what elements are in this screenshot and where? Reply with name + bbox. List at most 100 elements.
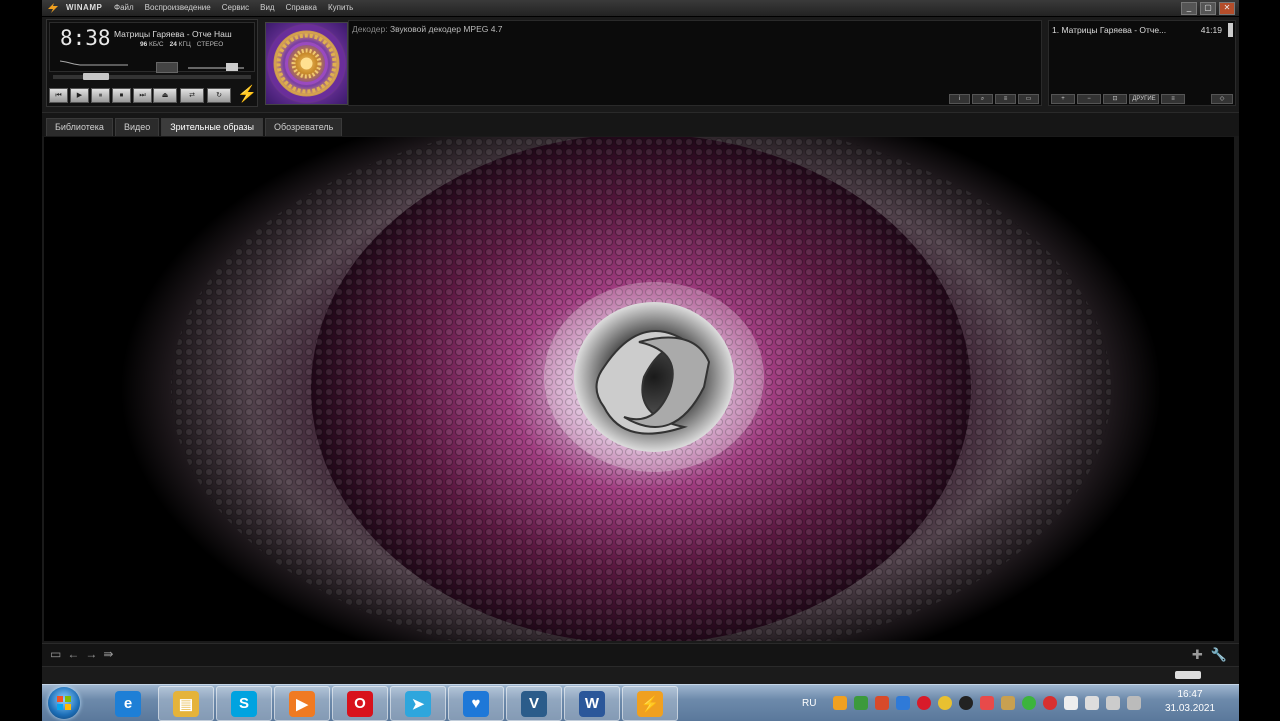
flag-icon[interactable]	[1085, 696, 1100, 710]
taskbar-app-explorer[interactable]: ▤	[158, 686, 214, 721]
playlist-list-button[interactable]: ≡	[1161, 94, 1185, 104]
tray-icon-1[interactable]	[854, 696, 869, 710]
playlist-select-button[interactable]: ⊡	[1103, 94, 1127, 104]
player-display: 8:38 Матрицы Гаряева - Отче Наш 96 КБ/С …	[49, 22, 255, 73]
stereo-indicator: СТЕРЕО	[196, 41, 224, 48]
forward-arrow-icon[interactable]: →	[85, 648, 97, 661]
chrome-tray-icon[interactable]	[938, 696, 953, 710]
extra-controls: ⏏ ⇄ ↻	[153, 88, 231, 103]
heart-app-icon: ♥	[463, 690, 489, 717]
opera-tray-icon[interactable]	[917, 696, 932, 710]
pause-button[interactable]: ⏸	[91, 88, 110, 103]
next-button[interactable]: ⏭	[133, 88, 152, 103]
telegram-icon: ➤	[405, 690, 431, 717]
playlist-remove-button[interactable]: −	[1077, 94, 1101, 104]
taskbar-app-heart-app[interactable]: ♥	[448, 686, 504, 721]
back-arrow-icon[interactable]: ←	[67, 648, 79, 661]
tray-icon-4[interactable]	[980, 696, 995, 710]
volume-icon[interactable]	[1064, 696, 1079, 710]
mute-button[interactable]	[156, 62, 178, 73]
previous-button[interactable]: ⏮	[49, 88, 68, 103]
maximize-button[interactable]: ▢	[1200, 2, 1216, 15]
playlist-item[interactable]: 1. Матрицы Гаряева - Отче... 41:19	[1052, 25, 1222, 35]
taskbar-app-skype[interactable]: S	[216, 686, 272, 721]
taskbar-app-telegram[interactable]: ➤	[390, 686, 446, 721]
playlist-add-button[interactable]: +	[1051, 94, 1075, 104]
visualization-view[interactable]	[44, 137, 1234, 641]
menu-help[interactable]: Справка	[286, 3, 317, 12]
taskbar-app-winamp[interactable]: ⚡	[622, 686, 678, 721]
tray-icon-2[interactable]	[875, 696, 890, 710]
menu-buy[interactable]: Купить	[328, 3, 353, 12]
tab-video[interactable]: Видео	[114, 118, 160, 136]
decoder-label: Декодер:	[352, 24, 388, 34]
menu-tools[interactable]: Сервис	[222, 3, 249, 12]
tray-icon-6[interactable]	[1022, 696, 1037, 710]
tray-icon-5[interactable]	[1001, 696, 1016, 710]
taskbar-app-media-player[interactable]: ▶	[274, 686, 330, 721]
language-indicator[interactable]: RU	[802, 698, 816, 709]
stop-button[interactable]: ⏹	[112, 88, 131, 103]
tray-icon-7[interactable]	[1043, 696, 1058, 710]
record-tray-icon[interactable]	[959, 696, 974, 710]
app-name: WINAMP	[66, 3, 103, 12]
stream-info: 96 КБ/С 24 КГЦ СТЕРЕО	[140, 41, 223, 48]
eject-button[interactable]: ⏏	[153, 88, 177, 103]
winamp-tray-icon[interactable]	[833, 696, 848, 710]
playlist-icon[interactable]: ⇛	[103, 648, 113, 661]
power-icon[interactable]	[1127, 696, 1142, 710]
window-controls: _ ▢ ✕	[1181, 2, 1235, 15]
winamp-bolt-icon[interactable]: ⚡	[237, 87, 257, 103]
fullscreen-icon[interactable]: ▭	[50, 648, 61, 661]
view-button[interactable]: ▭	[1018, 94, 1039, 104]
clock[interactable]: 16:47 31.03.2021	[1149, 688, 1231, 716]
settings-wrench-icon[interactable]: 🔧	[1211, 647, 1227, 663]
playlist-scrollbar[interactable]	[1228, 23, 1233, 37]
start-button[interactable]	[48, 687, 80, 719]
left-border	[0, 0, 42, 684]
tab-visualization[interactable]: Зрительные образы	[161, 118, 263, 136]
taskbar-app-opera[interactable]: O	[332, 686, 388, 721]
list-button[interactable]: ≡	[995, 94, 1016, 104]
player-panel: 8:38 Матрицы Гаряева - Отче Наш 96 КБ/С …	[46, 19, 258, 107]
network-icon[interactable]	[1106, 696, 1121, 710]
menu-view[interactable]: Вид	[260, 3, 274, 12]
decoder-info: Декодер: Звуковой декодер MPEG 4.7	[352, 24, 503, 34]
taskbar: e ▤ S ▶ O ➤ ♥ V W ⚡ RU 16:47 31.03.2021	[42, 684, 1239, 721]
plugin-icon[interactable]: ✚	[1192, 647, 1203, 663]
playlist-panel: 1. Матрицы Гаряева - Отче... 41:19 + − ⊡…	[1048, 20, 1236, 106]
menu-playback[interactable]: Воспроизведение	[145, 3, 211, 12]
info-panel-buttons: i ⌕ ≡ ▭	[949, 94, 1039, 104]
media-player-icon: ▶	[289, 690, 315, 717]
playback-time[interactable]: 8:38	[60, 26, 111, 50]
taskbar-app-word[interactable]: W	[564, 686, 620, 721]
info-button[interactable]: i	[949, 94, 970, 104]
skype-icon: S	[231, 690, 257, 717]
bitrate: 96	[140, 41, 148, 48]
close-button[interactable]: ✕	[1219, 2, 1235, 15]
taskbar-app-vk-app[interactable]: V	[506, 686, 562, 721]
tab-library[interactable]: Библиотека	[46, 118, 113, 136]
status-bar	[42, 666, 1239, 684]
album-art[interactable]	[265, 22, 348, 105]
minimize-button[interactable]: _	[1181, 2, 1197, 15]
clock-time: 16:47	[1177, 689, 1203, 700]
winamp-icon: ⚡	[637, 690, 663, 717]
menu-file[interactable]: Файл	[114, 3, 134, 12]
playlist-buttons: + − ⊡ ДРУГИЕ ≡	[1051, 94, 1185, 104]
status-handle[interactable]	[1175, 671, 1201, 679]
taskbar-app-ie[interactable]: e	[100, 686, 156, 721]
playlist-misc-button[interactable]: ДРУГИЕ	[1129, 94, 1159, 104]
tray-icon-3[interactable]	[896, 696, 911, 710]
playlist-options-button[interactable]: ◇	[1211, 94, 1233, 104]
search-button[interactable]: ⌕	[972, 94, 993, 104]
seek-knob[interactable]	[83, 73, 109, 80]
shuffle-button[interactable]: ⇄	[180, 88, 204, 103]
right-border	[1239, 0, 1280, 684]
repeat-button[interactable]: ↻	[207, 88, 231, 103]
tab-browser[interactable]: Обозреватель	[264, 118, 343, 136]
play-button[interactable]: ▶	[70, 88, 89, 103]
volume-knob[interactable]	[226, 63, 238, 71]
windows-logo-icon	[57, 696, 71, 710]
track-title: Матрицы Гаряева - Отче Наш	[114, 29, 232, 39]
